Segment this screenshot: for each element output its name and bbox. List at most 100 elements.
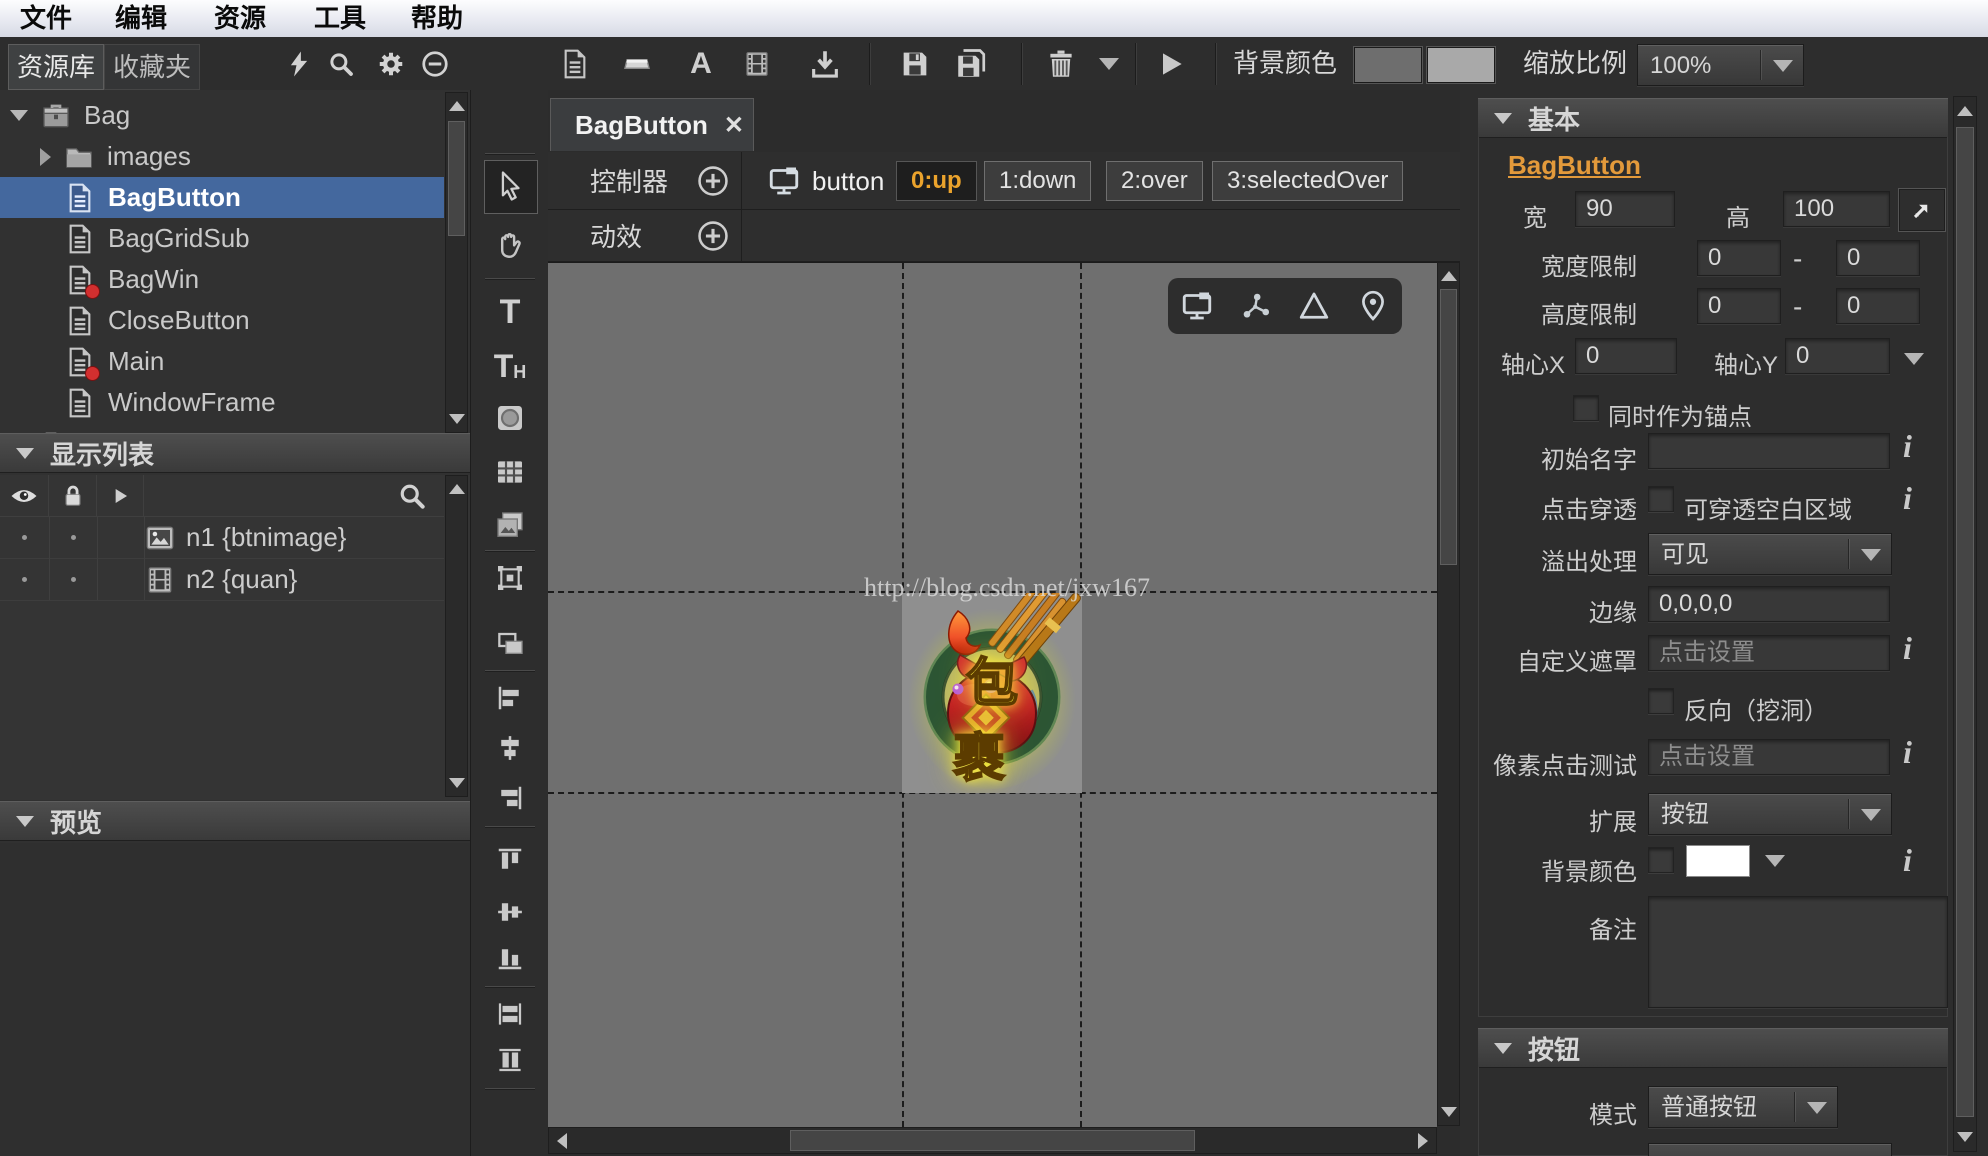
trash-icon[interactable] (1042, 45, 1080, 83)
visible-dot[interactable] (22, 577, 27, 582)
trash-dropdown-icon[interactable] (1094, 45, 1124, 83)
info-icon[interactable]: i (1903, 734, 1912, 771)
display-list-row-n2[interactable]: n2 {quan} (0, 559, 444, 601)
display-list-row-n1[interactable]: n1 {btnimage} (0, 517, 444, 559)
shape-tool-icon[interactable] (492, 400, 528, 436)
basic-section-header[interactable]: 基本 (1478, 98, 1948, 138)
component-link[interactable]: BagButton (1508, 150, 1641, 181)
height-input[interactable] (1783, 191, 1890, 227)
test-play-icon[interactable] (1152, 45, 1190, 83)
align-right-icon[interactable] (492, 780, 528, 816)
note-textarea[interactable] (1648, 896, 1948, 1008)
button-tool-icon[interactable] (618, 45, 656, 83)
tab-library[interactable]: 资源库 (8, 44, 104, 90)
display-list-scrollbar[interactable] (445, 475, 468, 797)
save-icon[interactable] (896, 45, 934, 83)
bagbutton-component-preview[interactable]: 包裹 (902, 593, 1082, 793)
canvas-vertical-scrollbar[interactable] (1437, 262, 1460, 1126)
width-min-input[interactable] (1697, 240, 1781, 276)
pin-icon[interactable] (1355, 288, 1391, 324)
clipped-bottom-select[interactable] (1648, 1143, 1892, 1156)
initial-name-input[interactable] (1648, 433, 1890, 469)
state-button-down[interactable]: 1:down (984, 161, 1091, 201)
pixel-hit-field[interactable] (1648, 739, 1890, 775)
display-list-search-icon[interactable] (396, 480, 428, 512)
hand-tool-icon[interactable] (492, 226, 528, 262)
align-bottom-icon[interactable] (492, 940, 528, 976)
lock-column-button[interactable] (49, 475, 97, 516)
lock-dot[interactable] (71, 535, 76, 540)
info-icon[interactable]: i (1903, 842, 1912, 879)
group-tool-icon[interactable] (492, 626, 528, 662)
bg-color-checkbox[interactable] (1648, 847, 1674, 873)
tree-item-bagwin[interactable]: BagWin (0, 259, 444, 300)
play-filter-button[interactable] (97, 475, 144, 516)
bg-color-swatch-light[interactable] (1427, 47, 1495, 83)
text-tool-icon[interactable]: A (682, 45, 720, 83)
width-max-input[interactable] (1836, 240, 1920, 276)
extension-select[interactable]: 按钮 (1648, 793, 1892, 835)
triangle-icon[interactable] (1296, 288, 1332, 324)
tree-item-windowframe[interactable]: WindowFrame (0, 382, 444, 423)
state-button-over[interactable]: 2:over (1106, 161, 1203, 201)
menu-resource[interactable]: 资源 (206, 0, 274, 36)
tree-item-main[interactable]: Main (0, 341, 444, 382)
movie-tool-icon[interactable] (738, 45, 776, 83)
align-left-icon[interactable] (492, 680, 528, 716)
close-icon[interactable]: ✕ (724, 111, 744, 140)
collapse-all-icon[interactable] (416, 45, 454, 83)
component-tool-icon[interactable] (492, 560, 528, 596)
loader-tool-icon[interactable] (492, 507, 528, 543)
refresh-icon[interactable] (280, 45, 318, 83)
select-tool-icon[interactable] (492, 168, 528, 204)
margin-input[interactable] (1648, 586, 1890, 622)
info-icon[interactable]: i (1903, 630, 1912, 667)
tree-scrollbar[interactable] (445, 92, 468, 433)
state-button-up[interactable]: 0:up (896, 161, 977, 201)
bg-color-swatch[interactable] (1686, 845, 1750, 877)
text-tool-icon[interactable]: T (492, 294, 528, 330)
resize-arrow-button[interactable] (1898, 188, 1946, 232)
list-tool-icon[interactable] (492, 454, 528, 490)
menu-file[interactable]: 文件 (12, 0, 80, 36)
tree-item-closebutton[interactable]: CloseButton (0, 300, 444, 341)
monitor-icon[interactable] (1179, 288, 1215, 324)
tree-item-bagbutton[interactable]: BagButton (0, 177, 444, 218)
visibility-column-button[interactable] (0, 475, 49, 516)
tree-item-images[interactable]: images (0, 136, 444, 177)
controller-name[interactable]: button (812, 152, 884, 210)
chevron-down-icon[interactable] (1765, 855, 1785, 867)
overflow-select[interactable]: 可见 (1648, 533, 1892, 575)
stage-canvas[interactable]: 包裹 http://blog.csdn.net/jxw167 (548, 262, 1437, 1127)
anchor-checkbox[interactable] (1573, 395, 1599, 421)
add-transition-button[interactable] (696, 219, 730, 253)
canvas-horizontal-scrollbar[interactable] (548, 1127, 1437, 1154)
pivot-preset-dropdown-icon[interactable] (1904, 353, 1924, 365)
new-component-icon[interactable] (556, 45, 594, 83)
button-section-header[interactable]: 按钮 (1478, 1028, 1948, 1068)
tree-item-baggridsub[interactable]: BagGridSub (0, 218, 444, 259)
lock-dot[interactable] (71, 577, 76, 582)
invert-checkbox[interactable] (1648, 688, 1674, 714)
visible-dot[interactable] (22, 535, 27, 540)
tab-favorites[interactable]: 收藏夹 (104, 44, 200, 90)
expander-down-icon[interactable] (10, 110, 28, 121)
save-all-icon[interactable] (952, 45, 990, 83)
info-icon[interactable]: i (1903, 428, 1912, 465)
pivot-y-input[interactable] (1785, 338, 1890, 374)
same-height-icon[interactable] (492, 1042, 528, 1078)
bg-color-swatch-dark[interactable] (1354, 47, 1422, 83)
click-through-checkbox[interactable] (1648, 486, 1674, 512)
inspector-scrollbar[interactable] (1953, 96, 1977, 1152)
align-top-icon[interactable] (492, 842, 528, 878)
align-middle-vertical-icon[interactable] (492, 894, 528, 930)
same-width-icon[interactable] (492, 996, 528, 1032)
height-min-input[interactable] (1697, 288, 1781, 324)
state-button-selectedover[interactable]: 3:selectedOver (1212, 161, 1403, 201)
display-list-header[interactable]: 显示列表 (0, 433, 470, 473)
nodes-icon[interactable] (1238, 288, 1274, 324)
expander-right-icon[interactable] (40, 148, 51, 166)
menu-tools[interactable]: 工具 (306, 0, 374, 36)
menu-help[interactable]: 帮助 (403, 0, 471, 36)
tree-item-bag[interactable]: Bag (0, 95, 444, 136)
